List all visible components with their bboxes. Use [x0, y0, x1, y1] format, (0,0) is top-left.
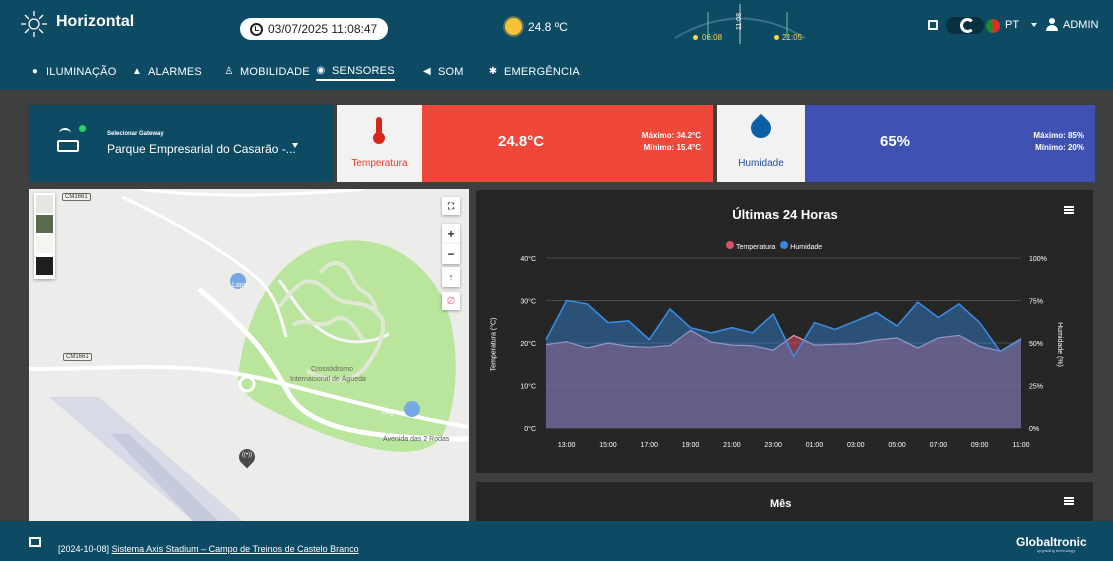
- fullscreen-map-button[interactable]: ⛶: [442, 197, 460, 215]
- online-status-dot: [79, 125, 86, 132]
- zoom-in-button[interactable]: +: [442, 224, 460, 244]
- datetime-badge: 03/07/2025 11:08:47: [240, 18, 388, 40]
- temperature-minmax: Máximo: 34.2°C Mínimo: 15.4°C: [642, 130, 701, 154]
- sunrise-dot: [693, 35, 698, 40]
- humidity-min: Mínimo: 20%: [1035, 143, 1084, 152]
- brand-tagline: upgrading technology: [1037, 548, 1076, 553]
- app-title: Horizontal: [56, 13, 135, 30]
- nav-emergencia[interactable]: ✱ EMERGÊNCIA: [488, 63, 580, 81]
- track-label: Crossódromo: [311, 366, 354, 373]
- event-log: [2024-10-08] Sistema Axis Stadium – Camp…: [58, 544, 359, 554]
- nav-som[interactable]: ◀ SOM: [422, 63, 464, 81]
- street-label: Avenida das 2 Rodas: [383, 436, 450, 443]
- last-24-hours-chart-card: [476, 190, 1093, 473]
- sunset-dot: [774, 35, 779, 40]
- portugal-flag-icon[interactable]: [986, 19, 1000, 33]
- humidity-tile: Humidade: [717, 105, 805, 182]
- road-shield: CM1661: [63, 353, 92, 361]
- footer: [0, 521, 1113, 561]
- lake-label: Lago: [382, 409, 398, 416]
- left-axis-label: Temperatura (°C): [490, 317, 498, 372]
- weather-temperature: 24.8 ºC: [528, 19, 568, 34]
- map-layer-thumb-dark[interactable]: [36, 257, 53, 275]
- fullscreen-icon[interactable]: [928, 20, 938, 30]
- router-icon: [57, 140, 79, 152]
- chart-legend: Temperatura Humidade: [726, 241, 822, 251]
- temperature-max: Máximo: 34.2°C: [641, 131, 701, 140]
- temperature-value: 24.8°C: [498, 133, 545, 150]
- temperature-min: Mínimo: 15.4°C: [643, 143, 701, 152]
- walking-person-icon: ♙: [224, 66, 234, 77]
- month-chart-title: Mês: [770, 498, 792, 510]
- asterisk-icon: ✱: [488, 66, 498, 77]
- humidity-value: 65%: [880, 133, 911, 150]
- map-layer-thumb-road[interactable]: [36, 195, 53, 213]
- humidity-label: Humidade: [738, 158, 784, 169]
- menu-icon[interactable]: [1064, 206, 1074, 208]
- chevron-down-icon[interactable]: [1031, 23, 1037, 27]
- map-layer-thumb-satellite[interactable]: [36, 215, 53, 233]
- nav-mobilidade[interactable]: ♙ MOBILIDADE: [224, 63, 310, 81]
- bell-icon: ▲: [131, 66, 143, 77]
- lake-label: Lago: [232, 282, 248, 289]
- gateway-value[interactable]: Parque Empresarial do Casarão -...: [107, 142, 296, 156]
- speaker-icon: ◀: [423, 66, 431, 77]
- event-date: [2024-10-08]: [58, 544, 110, 554]
- sensor-icon: ◉: [316, 65, 326, 76]
- humidity-legend-swatch: [780, 241, 789, 249]
- nav-sensores[interactable]: ◉ SENSORES: [316, 63, 395, 81]
- app-logo-icon: [21, 11, 47, 37]
- calendar-icon: [29, 537, 41, 547]
- globaltronic-logo: Globaltronic: [1016, 535, 1087, 549]
- track-label: Internacional de Águeda: [290, 376, 366, 383]
- sun-icon: [505, 18, 522, 35]
- wifi-icon: [59, 128, 71, 138]
- temperature-label: Temperatura: [351, 158, 408, 169]
- sunrise-time: 06:08: [702, 33, 723, 42]
- road-shield: CM1661: [62, 193, 91, 201]
- nav-alarmes[interactable]: ▲ ALARMES: [132, 63, 202, 81]
- clock-icon: [250, 22, 263, 36]
- moon-icon: [960, 18, 975, 33]
- right-axis-label: Humidade (%): [1055, 322, 1063, 367]
- user-icon: [1046, 18, 1059, 31]
- compass-button[interactable]: ↑: [442, 267, 460, 287]
- event-link[interactable]: Sistema Axis Stadium – Campo de Treinos …: [112, 544, 359, 554]
- temperature-legend-swatch: [726, 241, 734, 249]
- thermometer-icon: [373, 117, 385, 144]
- datetime-text: 03/07/2025 11:08:47: [268, 22, 378, 36]
- user-menu[interactable]: ADMIN: [1063, 19, 1098, 31]
- legend-humidity[interactable]: Humidade: [780, 241, 822, 251]
- current-time-vertical: 11:08: [736, 13, 743, 30]
- sensor-location-marker[interactable]: ((•)): [235, 445, 259, 474]
- nav-iluminacao[interactable]: ● ILUMINAÇÃO: [30, 63, 116, 81]
- zoom-out-button[interactable]: −: [442, 244, 460, 264]
- map-layer-thumb-terrain[interactable]: [36, 235, 53, 253]
- weather-widget: 24.8 ºC: [505, 18, 568, 35]
- humidity-minmax: Máximo: 85% Mínimo: 20%: [1033, 130, 1084, 154]
- temperature-tile: Temperatura: [337, 105, 422, 182]
- menu-icon[interactable]: [1064, 497, 1074, 499]
- map-layer-switcher[interactable]: [34, 193, 55, 279]
- map-tool-button[interactable]: ∅: [442, 292, 460, 310]
- lightbulb-icon: ●: [31, 66, 39, 77]
- chart-title: Últimas 24 Horas: [732, 207, 838, 222]
- theme-toggle[interactable]: [946, 17, 984, 34]
- chevron-down-icon[interactable]: [292, 143, 298, 148]
- sensor-icon: ((•)): [242, 452, 253, 458]
- humidity-max: Máximo: 85%: [1033, 131, 1084, 140]
- gateway-label: Selecionar Gateway: [107, 131, 164, 137]
- sunset-time: 21:05: [782, 33, 803, 42]
- water-drop-icon: [746, 113, 776, 143]
- language-selector[interactable]: PT: [1005, 19, 1019, 31]
- legend-temperature[interactable]: Temperatura: [726, 241, 775, 251]
